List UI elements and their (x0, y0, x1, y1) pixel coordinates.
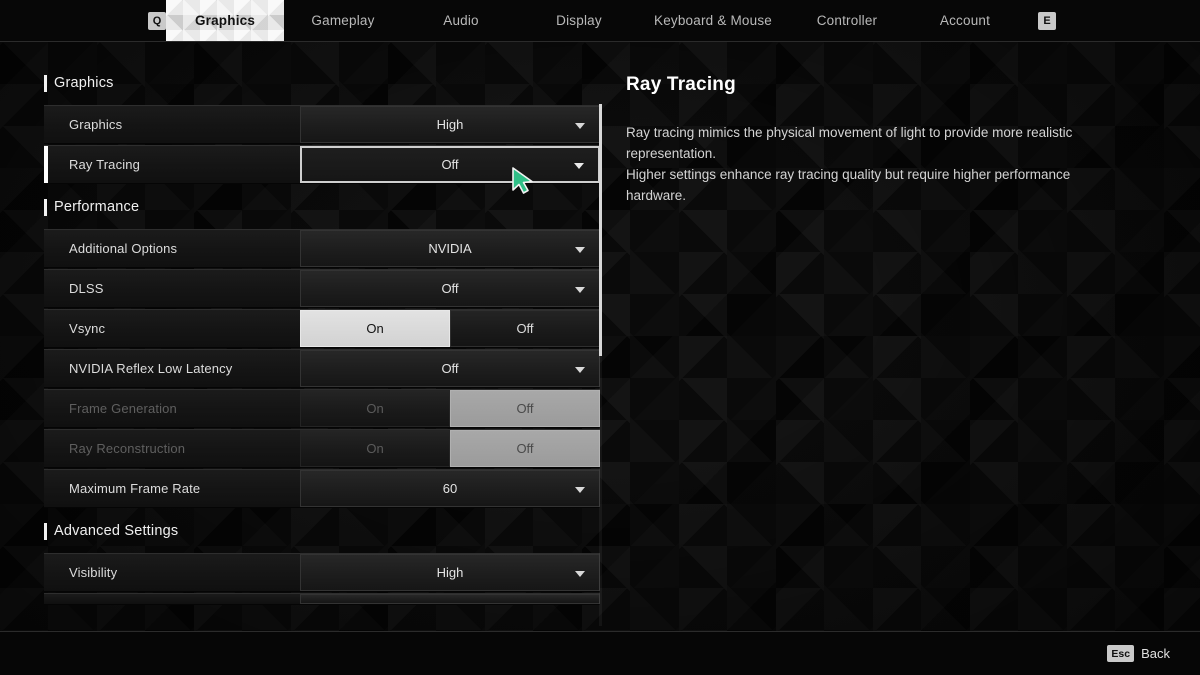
setting-row-additional-options[interactable]: Additional Options NVIDIA (44, 229, 600, 268)
dropdown-additional-options[interactable]: NVIDIA (300, 230, 600, 267)
toggle-option-off[interactable]: Off (450, 310, 600, 347)
setting-label: Ray Reconstruction (69, 441, 186, 456)
chevron-down-icon (575, 246, 585, 253)
toggle-option-on[interactable]: On (300, 310, 450, 347)
section-title: Graphics (54, 75, 114, 91)
footer-bar: Esc Back (0, 632, 1200, 675)
tab-label: Graphics (194, 13, 256, 28)
toggle-ray-reconstruction: On Off (300, 430, 600, 467)
tab-graphics[interactable]: Graphics (166, 0, 284, 41)
tab-keyboard-mouse[interactable]: Keyboard & Mouse (638, 0, 788, 41)
dropdown-visibility[interactable]: High (300, 554, 600, 591)
setting-label: Maximum Frame Rate (69, 481, 201, 496)
setting-row-visibility[interactable]: Visibility High (44, 553, 600, 592)
settings-scrollbar-thumb[interactable] (599, 104, 602, 356)
dropdown-value: Off (441, 157, 459, 172)
toggle-option-off: Off (450, 430, 600, 467)
dropdown-graphics[interactable]: High (300, 106, 600, 143)
setting-label: Frame Generation (69, 401, 177, 416)
tab-display[interactable]: Display (520, 0, 638, 41)
tab-gameplay[interactable]: Gameplay (284, 0, 402, 41)
setting-label (44, 594, 300, 604)
section-header-graphics: Graphics (44, 69, 600, 97)
dropdown-value: Off (441, 361, 459, 376)
dropdown-maximum-frame-rate[interactable]: 60 (300, 470, 600, 507)
tab-controller[interactable]: Controller (788, 0, 906, 41)
dropdown-value: High (436, 117, 464, 132)
setting-label: Vsync (69, 321, 106, 336)
tab-list: Q Graphics Gameplay Audio Display Keyboard & … (148, 0, 1056, 41)
dropdown-ray-tracing[interactable]: Off (300, 146, 600, 183)
tab-audio[interactable]: Audio (402, 0, 520, 41)
detail-paragraph: Ray tracing mimics the physical movement… (626, 125, 1073, 161)
section-header-performance: Performance (44, 193, 600, 221)
tab-label: Display (556, 13, 602, 28)
chevron-down-icon (575, 286, 585, 293)
setting-row-frame-generation[interactable]: Frame Generation On Off (44, 389, 600, 428)
tab-next-key-badge[interactable]: E (1038, 11, 1056, 30)
chevron-down-icon (575, 366, 585, 373)
setting-row-ray-reconstruction[interactable]: Ray Reconstruction On Off (44, 429, 600, 468)
section-accent-bar (44, 74, 47, 92)
dropdown-value: Off (441, 281, 459, 296)
detail-paragraph: Higher settings enhance ray tracing qual… (626, 167, 1071, 203)
setting-label: NVIDIA Reflex Low Latency (69, 361, 233, 376)
esc-key-badge: Esc (1107, 645, 1135, 662)
dropdown-nvidia-reflex-low-latency[interactable]: Off (300, 350, 600, 387)
chevron-down-icon (575, 570, 585, 577)
setting-label: Ray Tracing (69, 157, 141, 172)
detail-panel: Ray Tracing Ray tracing mimics the physi… (626, 74, 1126, 206)
setting-row-nvidia-reflex-low-latency[interactable]: NVIDIA Reflex Low Latency Off (44, 349, 600, 388)
toggle-option-on: On (300, 430, 450, 467)
tab-label: Keyboard & Mouse (653, 13, 773, 28)
section-title: Advanced Settings (54, 523, 179, 539)
settings-screen: Q Graphics Gameplay Audio Display Keyboard & … (0, 0, 1200, 675)
setting-row-vsync[interactable]: Vsync On Off (44, 309, 600, 348)
setting-label: DLSS (69, 281, 104, 296)
toggle-vsync: On Off (300, 310, 600, 347)
setting-row-dlss[interactable]: DLSS Off (44, 269, 600, 308)
detail-description: Ray tracing mimics the physical movement… (626, 122, 1126, 206)
tab-bar: Q Graphics Gameplay Audio Display Keyboard & … (0, 0, 1200, 41)
setting-row-partial (44, 593, 600, 605)
tab-label: Gameplay (311, 13, 375, 28)
tab-account[interactable]: Account (906, 0, 1024, 41)
section-header-advanced-settings: Advanced Settings (44, 517, 600, 545)
tab-label: Controller (816, 13, 878, 28)
dropdown-value: NVIDIA (428, 241, 472, 256)
tab-label: Account (939, 13, 991, 28)
tab-label: Audio (443, 13, 479, 28)
toggle-option-off: Off (450, 390, 600, 427)
setting-label: Graphics (69, 117, 123, 132)
detail-title: Ray Tracing (626, 74, 736, 95)
chevron-down-icon (575, 486, 585, 493)
section-accent-bar (44, 198, 47, 216)
chevron-down-icon (575, 122, 585, 129)
setting-row-graphics[interactable]: Graphics High (44, 105, 600, 144)
setting-row-maximum-frame-rate[interactable]: Maximum Frame Rate 60 (44, 469, 600, 508)
setting-label: Additional Options (69, 241, 178, 256)
dropdown-value: High (436, 565, 464, 580)
mouse-cursor (511, 166, 537, 196)
toggle-frame-generation: On Off (300, 390, 600, 427)
tab-prev-key-badge[interactable]: Q (148, 11, 166, 30)
section-title: Performance (54, 199, 140, 215)
selected-row-accent-bar (44, 146, 48, 183)
chevron-down-icon (574, 162, 584, 169)
section-accent-bar (44, 522, 47, 540)
toggle-option-on: On (300, 390, 450, 427)
settings-list[interactable]: Graphics Graphics High Ray Tracing Off Perfor… (44, 60, 600, 625)
dropdown-dlss[interactable]: Off (300, 270, 600, 307)
tab-bar-divider (0, 41, 1200, 42)
setting-label: Visibility (69, 565, 118, 580)
back-button-label[interactable]: Back (1141, 646, 1170, 661)
dropdown-partial (300, 594, 600, 604)
dropdown-value: 60 (442, 481, 458, 496)
